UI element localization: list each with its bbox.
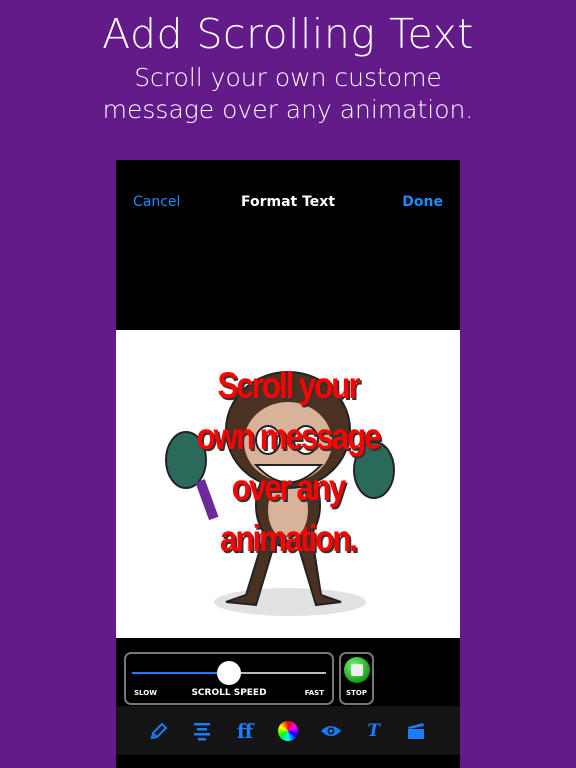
stop-label: STOP <box>346 689 367 697</box>
page-subtitle: Scroll your own custome message over any … <box>0 62 576 126</box>
format-toolbar: ff T <box>116 706 460 755</box>
slider-thumb[interactable] <box>217 661 241 685</box>
fast-label: FAST <box>304 689 324 697</box>
eye-icon[interactable] <box>320 720 342 742</box>
color-wheel-icon[interactable] <box>277 720 299 742</box>
stop-button[interactable]: STOP <box>339 652 374 705</box>
message-line: Scroll your <box>217 365 361 406</box>
clapperboard-icon[interactable] <box>405 720 427 742</box>
nav-bar: Cancel Format Text Done <box>116 194 460 214</box>
pencil-icon[interactable] <box>148 720 170 742</box>
scrolling-message: Scroll your own message over any animati… <box>142 360 434 564</box>
scroll-speed-panel: SLOW SCROLL SPEED FAST <box>124 652 334 705</box>
page-title: Add Scrolling Text <box>102 10 474 58</box>
slider-fill <box>132 672 229 674</box>
subtitle-line: message over any animation. <box>102 95 474 124</box>
text-style-icon[interactable]: T <box>363 720 385 742</box>
phone-screen: Cancel Format Text Done Scroll your own … <box>116 160 460 768</box>
message-line: over any <box>231 467 346 508</box>
message-line: animation. <box>219 518 358 559</box>
stop-icon <box>344 657 370 683</box>
message-line: own message <box>196 416 382 457</box>
subtitle-line: Scroll your own custome <box>134 63 442 92</box>
align-center-icon[interactable] <box>191 720 213 742</box>
done-button[interactable]: Done <box>402 194 443 210</box>
animation-preview: Scroll your own message over any animati… <box>116 330 460 638</box>
scroll-speed-slider[interactable] <box>132 661 326 685</box>
scroll-speed-label: SCROLL SPEED <box>191 688 267 698</box>
font-icon[interactable]: ff <box>234 719 256 743</box>
